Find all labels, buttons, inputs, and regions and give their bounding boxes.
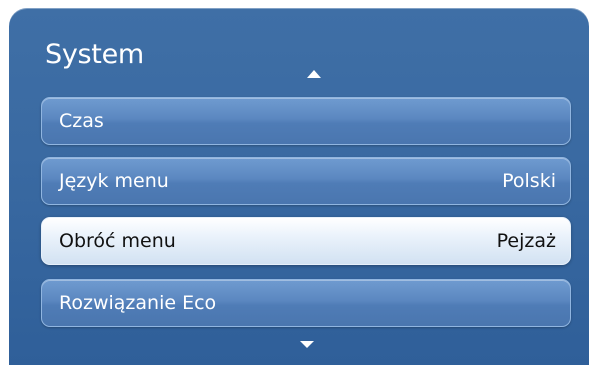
menu-item-obroc-menu[interactable]: Obróć menu Pejzaż bbox=[41, 217, 571, 265]
menu-title: System bbox=[45, 39, 144, 70]
menu-item-rozwiazanie-eco[interactable]: Rozwiązanie Eco bbox=[41, 279, 571, 327]
menu-item-jezyk-menu[interactable]: Język menu Polski bbox=[41, 157, 571, 205]
menu-item-czas[interactable]: Czas bbox=[41, 97, 571, 145]
menu-item-label: Czas bbox=[59, 110, 104, 132]
scroll-up-icon[interactable] bbox=[307, 70, 321, 78]
menu-item-label: Język menu bbox=[59, 170, 169, 192]
scroll-down-icon[interactable] bbox=[300, 341, 314, 348]
screen: System Czas Język menu Polski Obróć menu… bbox=[0, 0, 598, 365]
menu-item-label: Obróć menu bbox=[59, 230, 176, 252]
menu-item-value: Pejzaż bbox=[496, 230, 556, 252]
menu-item-label: Rozwiązanie Eco bbox=[59, 292, 217, 314]
menu-item-value: Polski bbox=[502, 170, 556, 192]
